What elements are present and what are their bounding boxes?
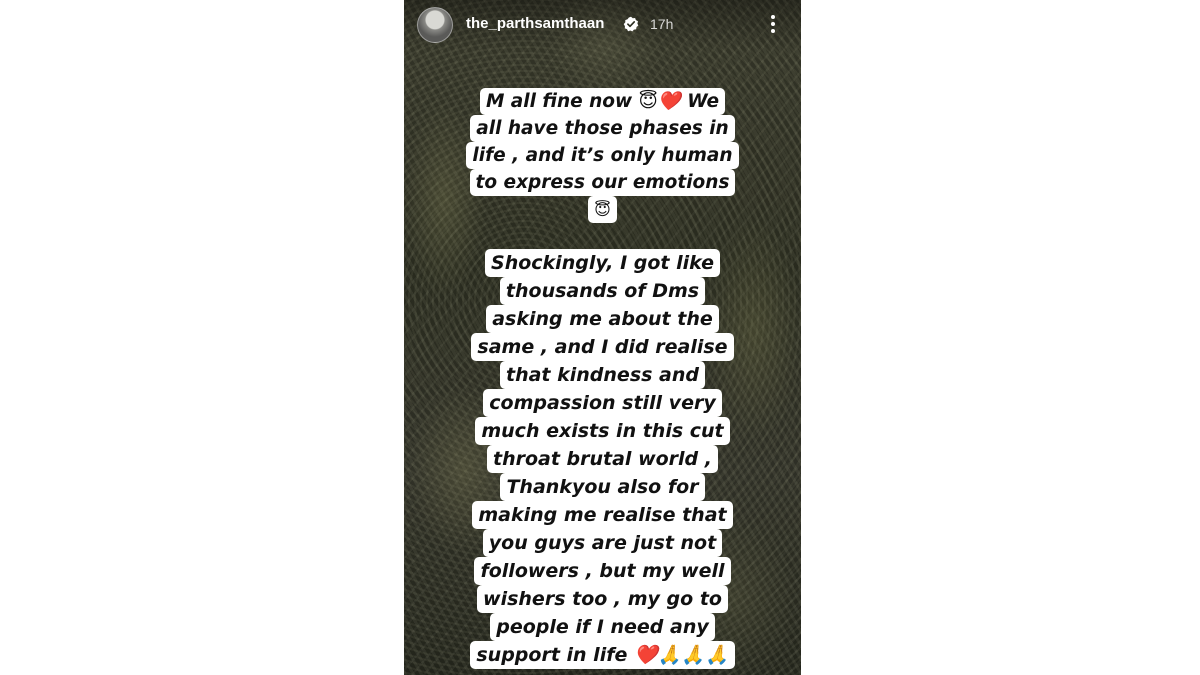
- username-link[interactable]: the_parthsamthaan: [466, 15, 604, 32]
- caption-line: same , and I did realise: [471, 333, 734, 361]
- more-options-icon[interactable]: [766, 13, 780, 35]
- story-header: the_parthsamthaan 17h: [404, 0, 801, 50]
- caption-line: asking me about the: [486, 305, 719, 333]
- caption-line: Shockingly, I got like: [485, 249, 720, 277]
- caption-line: support in life ❤️🙏🙏🙏: [470, 641, 735, 669]
- caption-line: that kindness and: [500, 361, 705, 389]
- caption-line: wishers too , my go to: [477, 585, 728, 613]
- verified-badge-icon: [623, 16, 639, 32]
- caption-line: Thankyou also for: [500, 473, 705, 501]
- caption-line: thousands of Dms: [499, 277, 706, 305]
- caption-line: M all fine now 😇❤️ We: [479, 88, 726, 115]
- caption-line: compassion still very: [483, 389, 722, 417]
- caption-line: people if I need any: [490, 613, 715, 641]
- profile-avatar[interactable]: [417, 7, 453, 43]
- caption-block-2: Shockingly, I got like thousands of Dms …: [404, 249, 801, 669]
- caption-line: life , and it’s only human: [466, 142, 739, 169]
- caption-line: making me realise that: [472, 501, 733, 529]
- caption-line: much exists in this cut: [475, 417, 730, 445]
- caption-line: followers , but my well: [474, 557, 731, 585]
- post-time: 17h: [650, 16, 674, 32]
- caption-line: you guys are just not: [482, 529, 723, 557]
- story-viewer[interactable]: the_parthsamthaan 17h M all fine now 😇❤️…: [404, 0, 801, 675]
- caption-line: to express our emotions: [469, 169, 736, 196]
- caption-block-1: M all fine now 😇❤️ We all have those pha…: [404, 88, 801, 223]
- caption-line: throat brutal world ,: [486, 445, 718, 473]
- caption-line: all have those phases in: [470, 115, 735, 142]
- caption-line: 😇: [588, 196, 617, 223]
